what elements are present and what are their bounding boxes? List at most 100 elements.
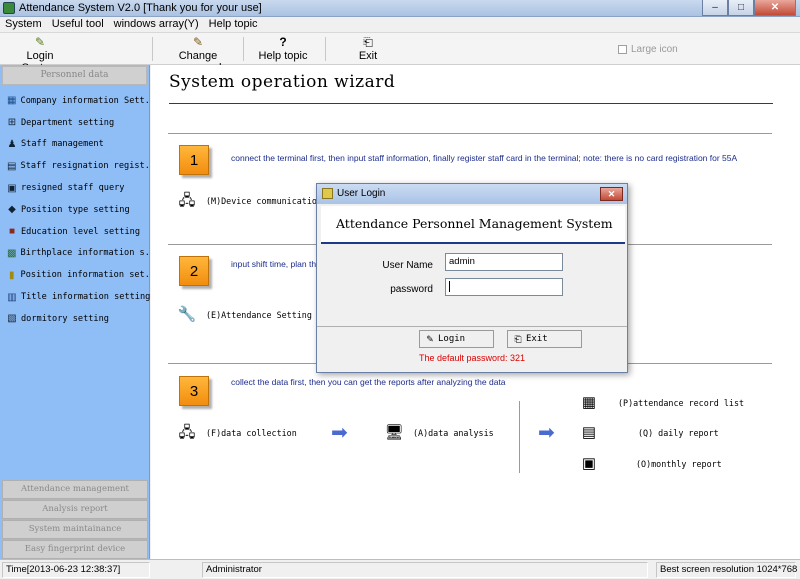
- daily-report-action[interactable]: ▤ (Q) daily report: [578, 423, 719, 443]
- login-icon: ✎: [426, 334, 434, 344]
- sidebar-item-staff-management[interactable]: ♟ Staff management: [0, 134, 150, 156]
- window-titlebar: Attendance System V2.0 [Thank you for yo…: [0, 0, 800, 17]
- menu-windows-array[interactable]: windows array(Y): [109, 17, 204, 32]
- wrench-icon: 🔧: [177, 306, 197, 323]
- sidebar-item-label: Department setting: [21, 117, 115, 128]
- sidebar-item-label: Title information setting: [20, 292, 150, 303]
- arrow-right-icon: ➡: [538, 422, 555, 444]
- menu-bar: System Useful tool windows array(Y) Help…: [0, 17, 800, 32]
- daily-report-icon: ▤: [581, 424, 597, 441]
- window-title: Attendance System V2.0 [Thank you for yo…: [19, 2, 262, 14]
- section-attendance-management[interactable]: Attendance management: [2, 480, 148, 499]
- data-analysis-action[interactable]: 🖥 (A)data analysis: [383, 423, 493, 443]
- grid-table-icon: ▦: [581, 394, 597, 411]
- monthly-report-label: (O)monthly report: [636, 459, 722, 469]
- daily-report-label: (Q) daily report: [638, 428, 719, 438]
- device-communication-label: (M)Device communication: [206, 196, 322, 206]
- sidebar-item-education-level[interactable]: ■ Education level setting: [0, 221, 150, 243]
- step-2-description: input shift time, plan the: [231, 259, 321, 269]
- arrow-right-icon: ➡: [331, 422, 348, 444]
- sidebar-item-title-information[interactable]: ▥ Title information setting: [0, 286, 150, 308]
- sidebar-item-staff-resignation[interactable]: ▤ Staff resignation regist..: [0, 155, 150, 177]
- sidebar-item-resigned-staff-query[interactable]: ▣ resigned staff query: [0, 177, 150, 199]
- title-underline: [169, 103, 773, 104]
- monthly-report-action[interactable]: ▣ (O)monthly report: [578, 454, 722, 474]
- status-time: Time[2013-06-23 12:38:37]: [2, 562, 150, 578]
- sidebar-item-label: Company information Sett..: [20, 95, 150, 106]
- monthly-report-icon: ▣: [581, 455, 597, 472]
- attendance-setting-action[interactable]: 🔧 (E)Attendance Setting: [176, 305, 312, 325]
- sidebar-item-position-information[interactable]: ▮ Position information set..: [0, 264, 150, 286]
- minimize-button[interactable]: –: [702, 0, 728, 16]
- sidebar-item-company-information[interactable]: ▦ Company information Sett..: [0, 90, 150, 112]
- sidebar-sections: Attendance management Analysis report Sy…: [0, 479, 150, 559]
- default-password-note: The default password: 321: [418, 353, 526, 363]
- attendance-record-list-label: (P)attendance record list: [618, 398, 745, 408]
- maximize-button[interactable]: □: [728, 0, 754, 16]
- section-easy-fingerprint-device[interactable]: Easy fingerprint device: [2, 540, 148, 559]
- username-field[interactable]: admin: [445, 253, 563, 271]
- page-title: System operation wizard: [169, 72, 396, 92]
- password-field[interactable]: [445, 278, 563, 296]
- dialog-title: User Login: [337, 188, 386, 199]
- device-communication-action[interactable]: 🖧 (M)Device communication: [176, 191, 322, 211]
- dialog-close-button[interactable]: ✕: [600, 187, 623, 201]
- dialog-titlebar: User Login ✕: [317, 184, 627, 204]
- step-1-badge: 1: [179, 145, 209, 175]
- window-controls: – □ ✕: [702, 0, 796, 16]
- building-icon: ▦: [7, 95, 17, 107]
- section-system-maintainance[interactable]: System maintainance: [2, 520, 148, 539]
- department-icon: ⊞: [7, 117, 17, 129]
- sidebar-item-dormitory-setting[interactable]: ▧ dormitory setting: [0, 308, 150, 330]
- help-topic-button[interactable]: ? Help topic: [258, 36, 308, 62]
- attendance-record-list-action[interactable]: ▦ (P)attendance record list: [578, 393, 744, 413]
- resignation-icon: ▤: [7, 160, 17, 172]
- computer-network-icon: 🖧: [178, 192, 196, 209]
- section-divider: [168, 133, 772, 134]
- sidebar-header-personnel-data[interactable]: Personnel data: [2, 66, 147, 85]
- toolbar-divider: [243, 37, 244, 61]
- menu-useful-tool[interactable]: Useful tool: [47, 17, 109, 32]
- key-icon: [322, 188, 333, 199]
- login-dialog: User Login ✕ Attendance Personnel Manage…: [316, 183, 628, 373]
- toolbar: ✎ Login System ✎ Change password ? Help …: [0, 32, 800, 74]
- sidebar-item-position-type[interactable]: ◆ Position type setting: [0, 199, 150, 221]
- analysis-icon: 🖥: [384, 424, 404, 441]
- sidebar-item-label: Birthplace information s..: [20, 248, 150, 259]
- data-collection-action[interactable]: 🖧 (F)data collection: [176, 423, 297, 443]
- sidebar-item-birthplace-information[interactable]: ▩ Birthplace information s..: [0, 243, 150, 265]
- sidebar-item-label: Position information set..: [20, 270, 150, 281]
- birthplace-icon: ▩: [7, 247, 17, 259]
- login-icon: ✎: [34, 35, 46, 49]
- menu-system[interactable]: System: [0, 17, 47, 32]
- section-analysis-report[interactable]: Analysis report: [2, 500, 148, 519]
- large-icon-checkbox[interactable]: Large icon: [618, 44, 678, 55]
- sidebar-item-department-setting[interactable]: ⊞ Department setting: [0, 112, 150, 134]
- sidebar-item-label: resigned staff query: [21, 183, 125, 194]
- attendance-setting-label: (E)Attendance Setting: [206, 310, 312, 320]
- menu-help-topic[interactable]: Help topic: [204, 17, 263, 32]
- close-button[interactable]: ✕: [754, 0, 796, 16]
- exit-button[interactable]: ⎗ Exit: [507, 330, 582, 348]
- vertical-divider: [519, 401, 520, 473]
- checkbox-box: [618, 45, 627, 54]
- step-3-badge: 3: [179, 376, 209, 406]
- position-info-icon: ▮: [9, 269, 15, 281]
- login-button[interactable]: ✎ Login: [419, 330, 494, 348]
- position-type-icon: ◆: [8, 204, 16, 216]
- sidebar: Personnel data ▦ Company information Set…: [0, 65, 150, 559]
- status-bar: Time[2013-06-23 12:38:37] Administrator …: [0, 559, 800, 579]
- dormitory-icon: ▧: [7, 313, 17, 325]
- large-icon-label: Large icon: [631, 44, 678, 55]
- exit-icon: ⎗: [363, 35, 373, 49]
- app-icon: [3, 2, 15, 14]
- help-topic-label: Help topic: [258, 50, 308, 62]
- login-button-label: Login: [438, 334, 466, 344]
- password-label: password: [390, 284, 433, 295]
- step-1-description: connect the terminal first, then input s…: [231, 153, 738, 163]
- sidebar-item-label: dormitory setting: [21, 313, 109, 324]
- exit-button[interactable]: ⎗ Exit: [355, 36, 381, 62]
- query-icon: ▣: [7, 182, 17, 194]
- data-collection-label: (F)data collection: [206, 428, 297, 438]
- password-icon: ✎: [192, 35, 204, 49]
